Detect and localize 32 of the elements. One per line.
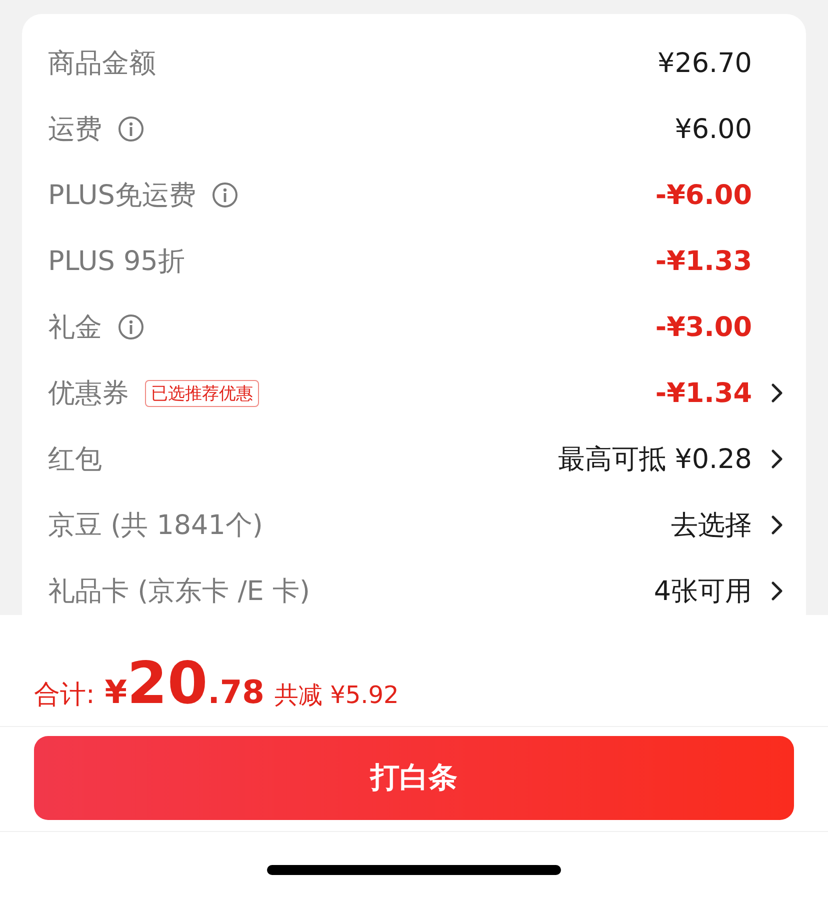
chevron-icon[interactable] <box>770 514 784 536</box>
row-label: PLUS免运费 <box>48 179 196 213</box>
total-decimal: .78 <box>208 673 264 711</box>
total-label: 合计: <box>34 679 95 712</box>
savings-text: 共减 ¥5.92 <box>274 680 399 711</box>
row-value: -¥1.33 <box>655 246 752 276</box>
chevron-icon[interactable] <box>770 382 784 404</box>
pay-button[interactable]: 打白条 <box>34 736 794 820</box>
row-label: 红包 <box>48 443 102 477</box>
chevron-icon[interactable] <box>770 448 784 470</box>
row-value: 最高可抵 ¥0.28 <box>558 443 752 477</box>
info-icon[interactable] <box>212 182 238 208</box>
total-integer: 20 <box>127 649 208 717</box>
row-value: 4张可用 <box>654 575 752 609</box>
row-label: 优惠券 <box>48 377 129 411</box>
row-label: 京豆 (共 1841个) <box>48 509 263 543</box>
chevron-icon[interactable] <box>770 580 784 602</box>
coupon-tag: 已选推荐优惠 <box>145 380 259 406</box>
row-label: 礼金 <box>48 311 102 345</box>
row-value: 去选择 <box>671 509 752 543</box>
row-label: 商品金额 <box>48 47 156 81</box>
info-icon[interactable] <box>118 116 144 142</box>
row-value: ¥26.70 <box>658 48 752 78</box>
row-label: 运费 <box>48 113 102 147</box>
currency-symbol: ¥ <box>104 673 128 711</box>
row-value: -¥6.00 <box>655 180 752 210</box>
info-icon[interactable] <box>118 314 144 340</box>
row-label: PLUS 95折 <box>48 245 185 279</box>
row-value: -¥3.00 <box>655 312 752 342</box>
row-label: 礼品卡 (京东卡 /E 卡) <box>48 575 310 609</box>
row-value: -¥1.34 <box>655 378 752 408</box>
row-value: ¥6.00 <box>674 114 752 144</box>
